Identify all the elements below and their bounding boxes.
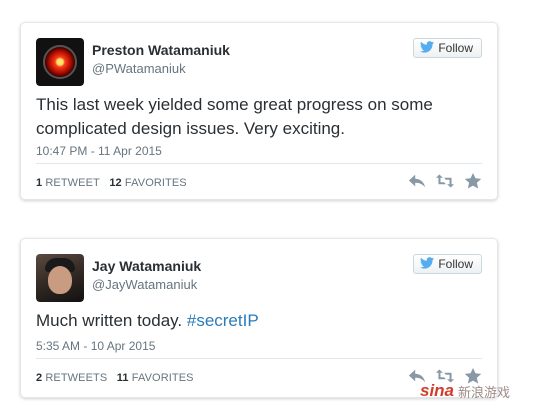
user-handle[interactable]: @PWatamaniuk — [92, 61, 186, 76]
user-handle[interactable]: @JayWatamaniuk — [92, 277, 197, 292]
twitter-bird-icon — [420, 40, 435, 56]
tweet-text: This last week yielded some great progre… — [36, 95, 433, 138]
tweet-card: Jay Watamaniuk @JayWatamaniuk Follow Muc… — [20, 238, 498, 398]
favorites-count: 12 — [109, 177, 122, 189]
retweets-count: 1 — [36, 177, 43, 189]
retweet-icon[interactable] — [436, 173, 454, 189]
tweet-actions — [408, 173, 482, 189]
favorite-star-icon[interactable] — [464, 173, 482, 189]
tweet-stats: 1 RETWEET 12 FAVORITES — [36, 177, 187, 189]
avatar-face — [48, 266, 72, 294]
hal-eye-image — [43, 45, 77, 79]
twitter-bird-icon — [420, 256, 435, 272]
avatar[interactable] — [36, 38, 84, 86]
tweet-text: Much written today. #secretIP — [36, 309, 476, 333]
retweets-label[interactable]: RETWEET — [45, 177, 99, 189]
follow-label: Follow — [438, 41, 473, 55]
divider — [36, 358, 482, 359]
timestamp[interactable]: 5:35 AM - 10 Apr 2015 — [36, 339, 155, 353]
display-name[interactable]: Preston Watamaniuk — [92, 42, 230, 58]
tweet-card: Preston Watamaniuk @PWatamaniuk Follow T… — [20, 22, 498, 200]
tweet-text-plain: Much written today. — [36, 311, 187, 330]
divider — [36, 163, 482, 164]
tweet-stats: 2 RETWEETS 11 FAVORITES — [36, 372, 194, 384]
watermark-text: 新浪游戏 — [458, 385, 511, 401]
reply-icon[interactable] — [408, 173, 426, 189]
sina-watermark: sina 新浪游戏 — [420, 376, 548, 406]
favorites-count: 11 — [116, 372, 129, 384]
follow-label: Follow — [438, 257, 473, 271]
favorites-label[interactable]: FAVORITES — [125, 177, 187, 189]
watermark-logo: sina — [420, 381, 455, 400]
hashtag-link[interactable]: #secretIP — [187, 311, 259, 330]
favorites-label[interactable]: FAVORITES — [132, 372, 194, 384]
avatar[interactable] — [36, 254, 84, 302]
timestamp[interactable]: 10:47 PM - 11 Apr 2015 — [36, 144, 162, 158]
follow-button[interactable]: Follow — [413, 38, 482, 58]
retweets-count: 2 — [36, 372, 43, 384]
retweets-label[interactable]: RETWEETS — [45, 372, 107, 384]
display-name[interactable]: Jay Watamaniuk — [92, 258, 201, 274]
follow-button[interactable]: Follow — [413, 254, 482, 274]
